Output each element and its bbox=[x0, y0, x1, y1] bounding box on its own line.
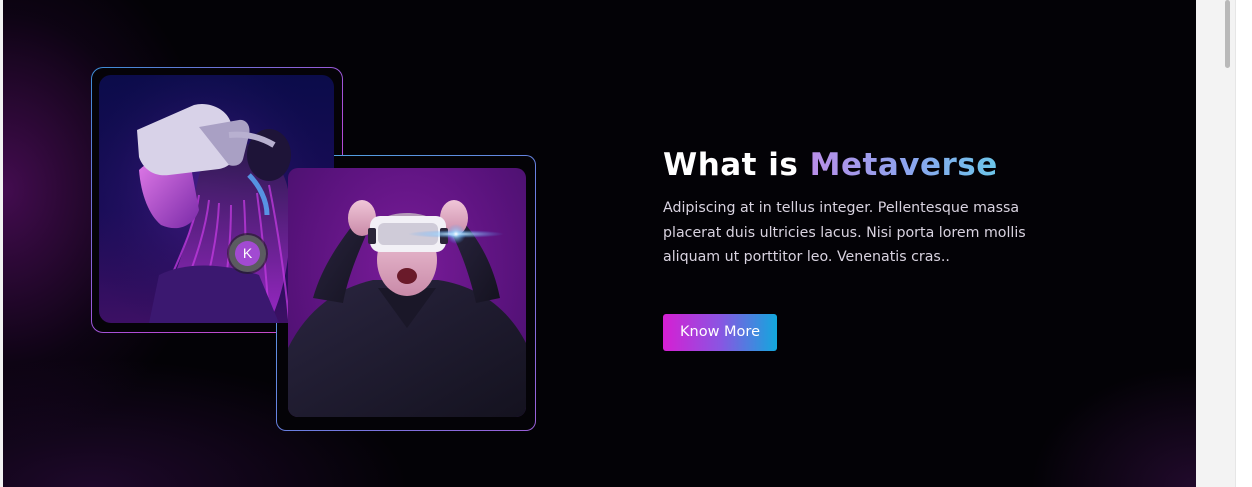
window-gutter bbox=[1236, 0, 1252, 487]
avatar-initial: K bbox=[235, 241, 260, 266]
section-description: Adipiscing at in tellus integer. Pellent… bbox=[663, 200, 1026, 265]
title-prefix: What is bbox=[663, 147, 799, 183]
user-avatar[interactable]: K bbox=[229, 235, 266, 272]
vr-headset-woman-smiling-image bbox=[288, 168, 526, 417]
know-more-button[interactable]: Know More bbox=[663, 314, 777, 351]
title-accent: Metaverse bbox=[809, 147, 998, 183]
scrollbar-thumb[interactable] bbox=[1225, 0, 1230, 68]
page: K What is Metaverse Adipiscing at in tel… bbox=[0, 0, 1252, 487]
section-title: What is Metaverse bbox=[663, 144, 998, 186]
